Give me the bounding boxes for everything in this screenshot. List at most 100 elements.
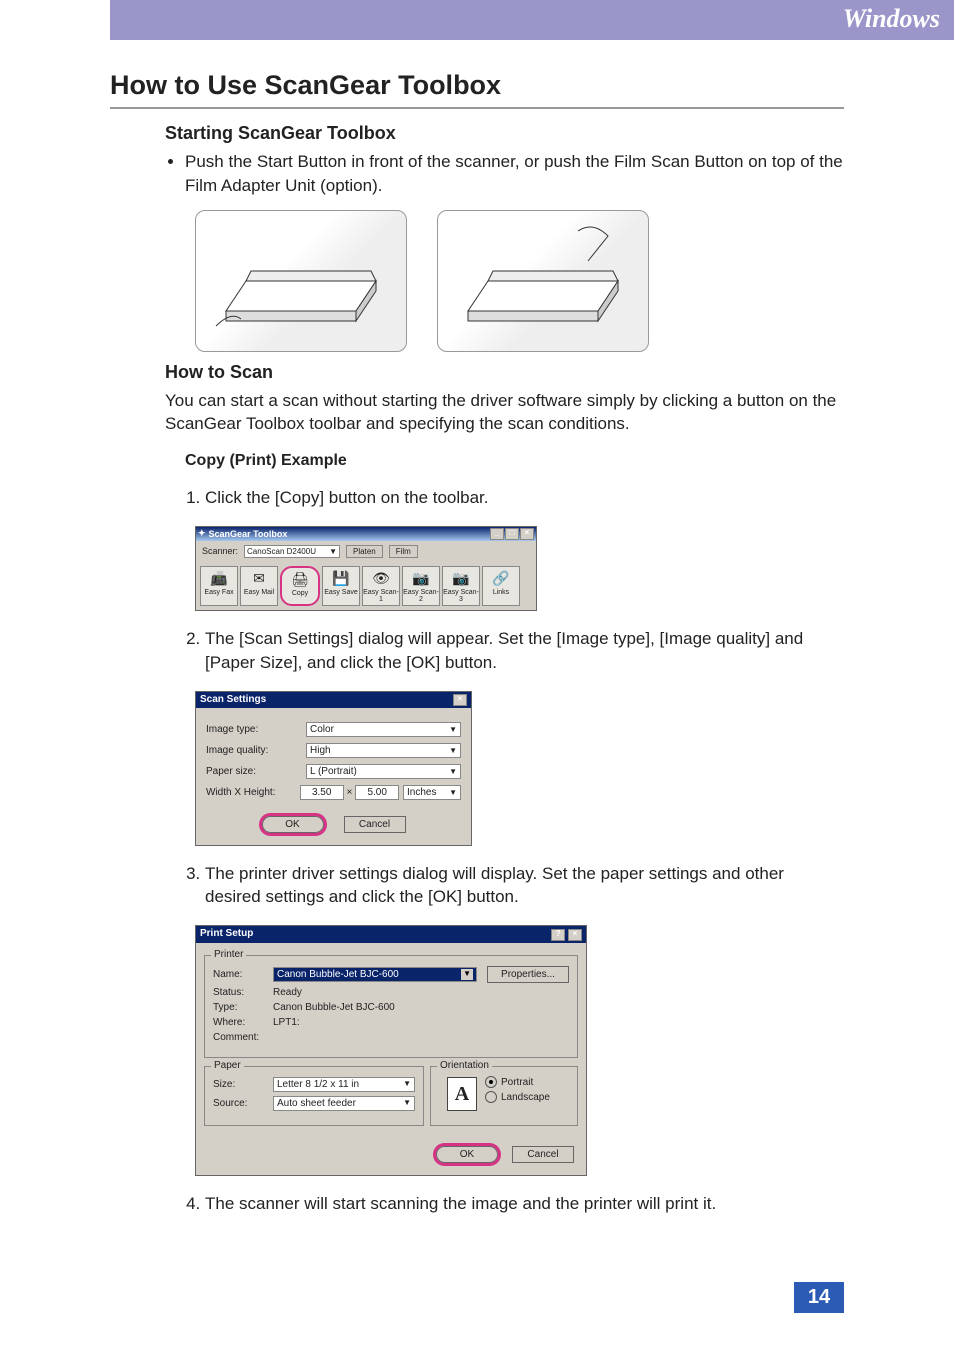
links-icon: 🔗 (483, 569, 519, 589)
printer-name-label: Name: (213, 969, 273, 980)
radio-icon (485, 1091, 497, 1103)
chevron-down-icon: ▼ (461, 969, 473, 980)
cancel-button[interactable]: Cancel (512, 1146, 574, 1163)
paper-source-select[interactable]: Auto sheet feeder ▼ (273, 1096, 415, 1111)
chevron-down-icon: ▼ (449, 746, 457, 755)
close-button[interactable]: × (568, 929, 582, 941)
scanner-front-figure (195, 210, 407, 352)
where-label: Where: (213, 1017, 273, 1028)
toolbar-button-label: Easy Scan-2 (403, 589, 439, 603)
printer-name-select[interactable]: Canon Bubble-Jet BJC-600 ▼ (273, 967, 477, 982)
easy-mail-icon: ✉ (241, 569, 277, 589)
toolbar-easy-scan-2-button[interactable]: 📷Easy Scan-2 (402, 566, 440, 606)
scanner-label: Scanner: (202, 546, 238, 556)
status-value: Ready (273, 987, 302, 998)
chevron-down-icon: ▼ (449, 767, 457, 776)
toolbar-links-button[interactable]: 🔗Links (482, 566, 520, 606)
app-icon: ✦ (198, 528, 206, 539)
chevron-down-icon: ▼ (403, 1079, 411, 1090)
close-button[interactable]: × (520, 528, 534, 540)
scangear-title-text: ScanGear Toolbox (209, 529, 288, 539)
times-symbol: × (347, 787, 353, 798)
chevron-down-icon: ▼ (449, 725, 457, 734)
toolbar-button-label: Easy Fax (201, 589, 237, 596)
chevron-down-icon: ▼ (403, 1098, 411, 1109)
image-quality-label: Image quality: (206, 745, 306, 756)
chevron-down-icon: ▼ (329, 547, 337, 556)
scan-settings-dialog: Scan Settings × Image type: Color ▼ Imag… (195, 691, 472, 846)
print-setup-titlebar: Print Setup ? × (196, 926, 586, 943)
cancel-button[interactable]: Cancel (344, 816, 406, 833)
platen-tab[interactable]: Platen (346, 545, 383, 558)
easy-fax-icon: 📠 (201, 569, 237, 589)
top-bar: Windows (110, 0, 954, 40)
copy-icon: 🖨 (282, 570, 318, 590)
paper-size-label: Paper size: (206, 766, 306, 777)
orientation-icon: A (447, 1077, 477, 1111)
platform-label: Windows (110, 0, 954, 34)
howtoscan-heading: How to Scan (165, 362, 844, 383)
paper-size-label: Size: (213, 1079, 273, 1090)
close-button[interactable]: × (453, 694, 467, 706)
copy-example-heading: Copy (Print) Example (185, 452, 844, 470)
orientation-fieldset: Orientation A Portrait (430, 1066, 578, 1126)
scangear-titlebar: ✦ ScanGear Toolbox _ □ × (196, 527, 536, 541)
howtoscan-para: You can start a scan without starting th… (165, 389, 844, 437)
properties-button[interactable]: Properties... (487, 966, 569, 983)
scanner-select[interactable]: CanoScan D2400U ▼ (244, 545, 340, 558)
toolbar-button-label: Easy Scan-1 (363, 589, 399, 603)
type-value: Canon Bubble-Jet BJC-600 (273, 1002, 395, 1013)
page-number: 14 (794, 1282, 844, 1313)
scangear-toolbox-window: ✦ ScanGear Toolbox _ □ × Scanner: CanoSc… (195, 526, 537, 611)
image-quality-select[interactable]: High ▼ (306, 743, 461, 758)
toolbar-easy-scan-1-button[interactable]: 👁Easy Scan-1 (362, 566, 400, 606)
toolbar-button-label: Easy Scan-3 (443, 589, 479, 603)
ok-button[interactable]: OK (262, 816, 324, 833)
toolbar-button-label: Easy Mail (241, 589, 277, 596)
step-4: The scanner will start scanning the imag… (205, 1192, 844, 1216)
toolbar-button-label: Copy (282, 590, 318, 597)
type-label: Type: (213, 1002, 273, 1013)
scanner-top-figure (437, 210, 649, 352)
toolbar-easy-fax-button[interactable]: 📠Easy Fax (200, 566, 238, 606)
maximize-button[interactable]: □ (505, 528, 519, 540)
height-input[interactable]: 5.00 (355, 785, 399, 800)
toolbar-button-label: Links (483, 589, 519, 596)
scan-settings-titlebar: Scan Settings × (196, 692, 471, 708)
landscape-radio[interactable]: Landscape (485, 1091, 550, 1103)
portrait-radio[interactable]: Portrait (485, 1076, 550, 1088)
paper-size-select[interactable]: Letter 8 1/2 x 11 in ▼ (273, 1077, 415, 1092)
film-tab[interactable]: Film (389, 545, 418, 558)
minimize-button[interactable]: _ (490, 528, 504, 540)
toolbar-copy-button[interactable]: 🖨Copy (280, 566, 320, 606)
status-label: Status: (213, 987, 273, 998)
paper-source-label: Source: (213, 1098, 273, 1109)
paper-size-select[interactable]: L (Portrait) ▼ (306, 764, 461, 779)
image-type-select[interactable]: Color ▼ (306, 722, 461, 737)
width-input[interactable]: 3.50 (300, 785, 344, 800)
printer-fieldset: Printer Name: Canon Bubble-Jet BJC-600 ▼… (204, 955, 578, 1058)
easy-scan-3-icon: 📷 (443, 569, 479, 589)
easy-scan-1-icon: 👁 (363, 569, 399, 589)
width-height-label: Width X Height: (206, 787, 300, 798)
step-1: Click the [Copy] button on the toolbar. (205, 486, 844, 510)
scanner-illustrations (195, 210, 844, 352)
easy-save-icon: 💾 (323, 569, 359, 589)
toolbar-button-label: Easy Save (323, 589, 359, 596)
print-setup-dialog: Print Setup ? × Printer Name: Canon Bubb… (195, 925, 587, 1176)
comment-label: Comment: (213, 1032, 273, 1043)
help-button[interactable]: ? (551, 929, 565, 941)
starting-heading: Starting ScanGear Toolbox (165, 123, 844, 144)
unit-select[interactable]: Inches ▼ (403, 785, 461, 800)
step-3: The printer driver settings dialog will … (205, 862, 844, 910)
chevron-down-icon: ▼ (449, 788, 457, 797)
where-value: LPT1: (273, 1017, 300, 1028)
scangear-toolbar: 📠Easy Fax✉Easy Mail🖨Copy💾Easy Save👁Easy … (196, 562, 536, 610)
toolbar-easy-mail-button[interactable]: ✉Easy Mail (240, 566, 278, 606)
title-rule (110, 107, 844, 109)
ok-button[interactable]: OK (436, 1146, 498, 1163)
image-type-label: Image type: (206, 724, 306, 735)
page-title: How to Use ScanGear Toolbox (110, 70, 844, 101)
toolbar-easy-scan-3-button[interactable]: 📷Easy Scan-3 (442, 566, 480, 606)
toolbar-easy-save-button[interactable]: 💾Easy Save (322, 566, 360, 606)
